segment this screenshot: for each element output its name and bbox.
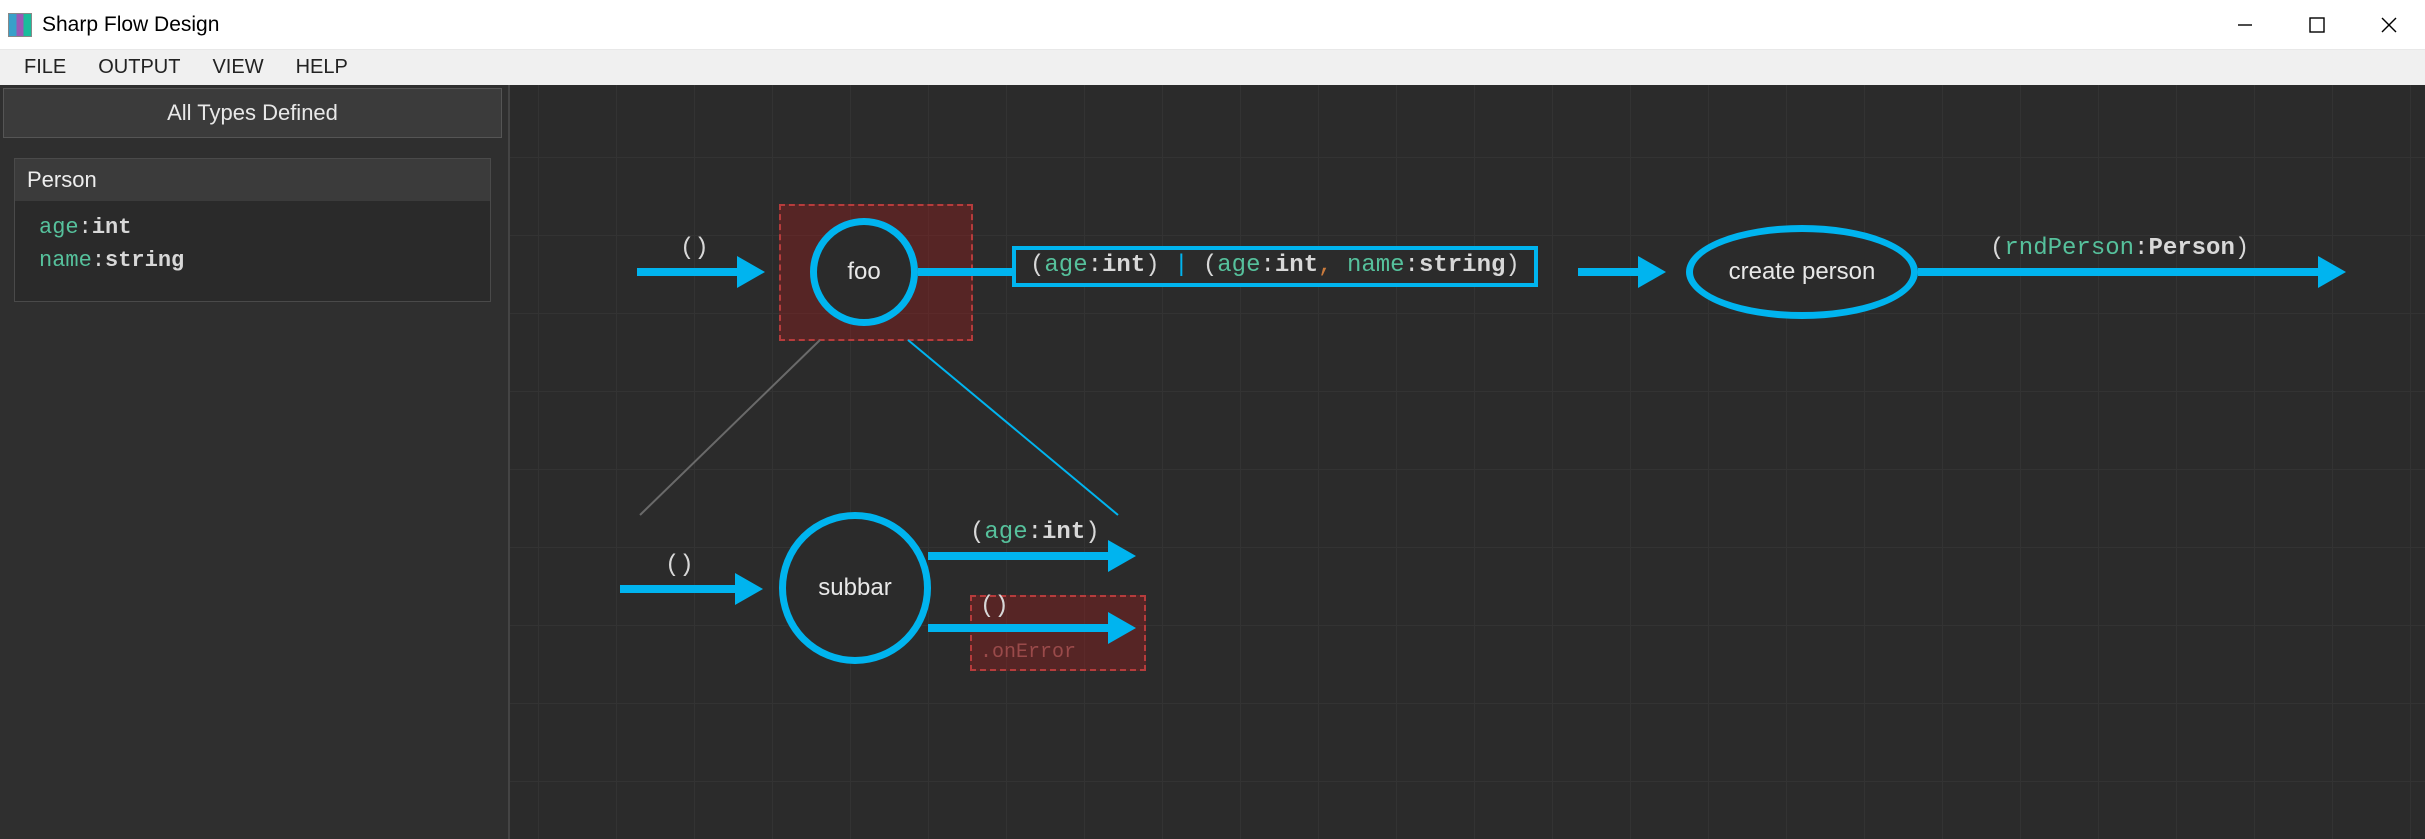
port-label-subbar-in: () [665,552,694,579]
titlebar: Sharp Flow Design [0,0,2425,49]
type-card-person[interactable]: Person age:int name:string [14,158,491,302]
canvas[interactable]: () foo (age:int) | (age:int, name:string… [510,85,2425,839]
workspace: All Types Defined Person age:int name:st… [0,85,2425,839]
port-label-subbar-err-name: .onError [980,641,1076,664]
arrowhead-icon [1108,540,1136,572]
type-field: age:int [39,211,466,244]
arrowhead-icon [1108,612,1136,644]
close-button[interactable] [2353,0,2425,49]
menubar: FILE OUTPUT VIEW HELP [0,49,2425,85]
menu-view[interactable]: VIEW [196,52,279,83]
expansion-lines [510,85,2425,839]
node-subbar[interactable]: subbar [779,512,931,664]
close-icon [2380,16,2398,34]
port-label-subbar-err-sig: () [980,593,1009,620]
minimize-button[interactable] [2209,0,2281,49]
type-field: name:string [39,244,466,277]
menu-help[interactable]: HELP [280,52,364,83]
type-card-title: Person [15,159,490,201]
type-card-fields: age:int name:string [15,201,490,287]
menu-output[interactable]: OUTPUT [82,52,196,83]
port-label-subbar-top: (age:int) [970,519,1100,546]
edge-subbar-err[interactable] [928,624,1108,632]
menu-file[interactable]: FILE [8,52,82,83]
edge-subbar-top[interactable] [928,552,1108,560]
minimize-icon [2236,16,2254,34]
arrowhead-icon [735,573,763,605]
node-label: subbar [818,574,891,602]
sidebar: All Types Defined Person age:int name:st… [0,85,510,839]
maximize-icon [2308,16,2326,34]
window-title: Sharp Flow Design [42,13,219,37]
edge-in-subbar[interactable] [620,585,735,593]
window-controls [2209,0,2425,49]
app-icon [8,13,32,37]
maximize-button[interactable] [2281,0,2353,49]
sidebar-header: All Types Defined [3,88,502,138]
